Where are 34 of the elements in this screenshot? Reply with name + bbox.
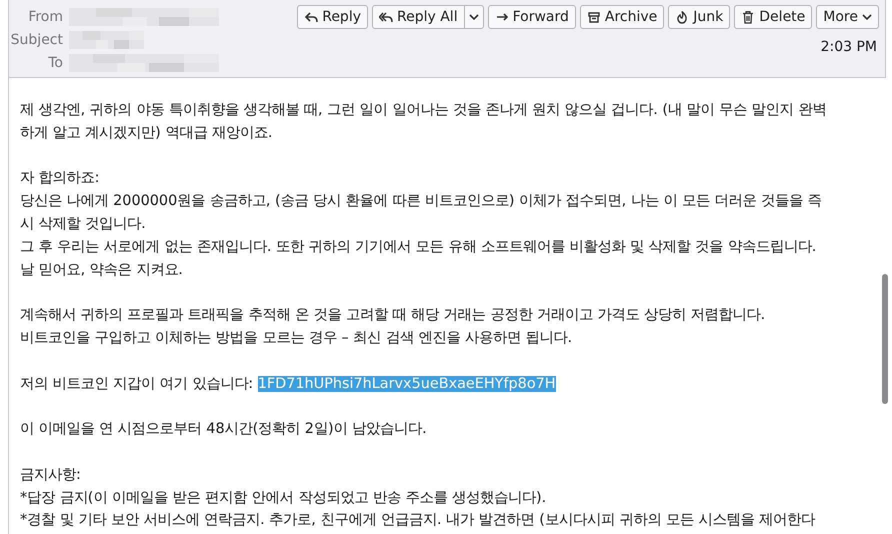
body-text: 자 합의하죠: — [20, 169, 100, 188]
body-text: 날 믿어요, 약속은 지켜요. — [20, 260, 184, 280]
toolbar-button[interactable]: Archive — [580, 5, 664, 29]
toolbar-button[interactable]: Forward — [488, 5, 576, 29]
body-text: 시 삭제할 것입니다. — [20, 214, 147, 234]
field-label: From — [27, 9, 63, 25]
trash-icon — [741, 10, 756, 24]
toolbar-button[interactable]: Delete — [734, 5, 812, 29]
archive-box-icon — [586, 10, 601, 24]
wallet-address: 1FD71hUPhsi7hLarvx5ueBxaeEHYfp8o7H — [258, 376, 556, 392]
body-text: *답장 금지(이 이메일을 받은 편지함 안에서 작성되었고 반송 주소를 생성했습니다). — [20, 488, 548, 508]
caret-icon — [862, 14, 872, 20]
body-text: 저의 비트코인 지갑이 여기 있습니다: — [20, 376, 254, 392]
toolbar-button[interactable]: Reply — [297, 5, 368, 29]
body-text: 제 생각엔, 귀하의 야동 특이취향을 생각해볼 때, 그런 일이 일어나는 것을 존나게 원치 않으실 겁니다. (내 말이 무슨 말인지 완벽 — [20, 101, 828, 120]
double-reply-arrow-icon — [379, 10, 393, 24]
body-text: 하게 알고 계시겠지만) 역대급 재앙이죠. — [20, 124, 274, 143]
toolbar-button[interactable]: More — [816, 5, 879, 29]
flame-icon — [675, 10, 690, 24]
dropdown-button[interactable] — [464, 5, 484, 29]
toolbar-button[interactable]: Junk — [668, 5, 730, 29]
body-text: 그 후 우리는 서로에게 없는 존재입니다. 또한 귀하의 기기에서 모든 유해 소프트웨어를 비활성화 및 삭제할 것을 약속드립니다. — [20, 238, 818, 257]
body-text: 이 이메일을 연 시점으로부터 48시간(정확히 2일)이 남았습니다. — [20, 420, 428, 440]
message-time: 2:03 PM — [820, 39, 877, 55]
caret-icon — [468, 14, 479, 20]
body-text: 계속해서 귀하의 프로필과 트래픽을 추적해 온 것을 고려할 때 해당 거래는 공정한 거래이고 가격도 상당히 저렴합니다. — [20, 306, 766, 326]
body-text: 당신은 나에게 2000000원을 송금하고, (송금 당시 환율에 따른 비트코인으로) 이체가 접수되면, 나는 이 모든 더러운 것들을 즉 — [20, 192, 823, 212]
field-label: To — [47, 55, 63, 71]
toolbar-button[interactable]: Reply All — [372, 5, 465, 29]
body-text: 비트코인을 구입하고 이체하는 방법을 모르는 경우 – 최신 검색 엔진을 사용하면 됩니다. — [20, 328, 574, 348]
body-text: 금지사항: — [20, 466, 82, 485]
body-text: *경찰 및 기타 보안 서비스에 연락금지. 추가로, 친구에게 언급금지. 내가 발견하면 (보시다시피 귀하의 모든 시스템을 제어한다 — [20, 511, 816, 530]
reply-arrow-icon — [304, 10, 318, 24]
field-label: Subject — [10, 32, 63, 48]
